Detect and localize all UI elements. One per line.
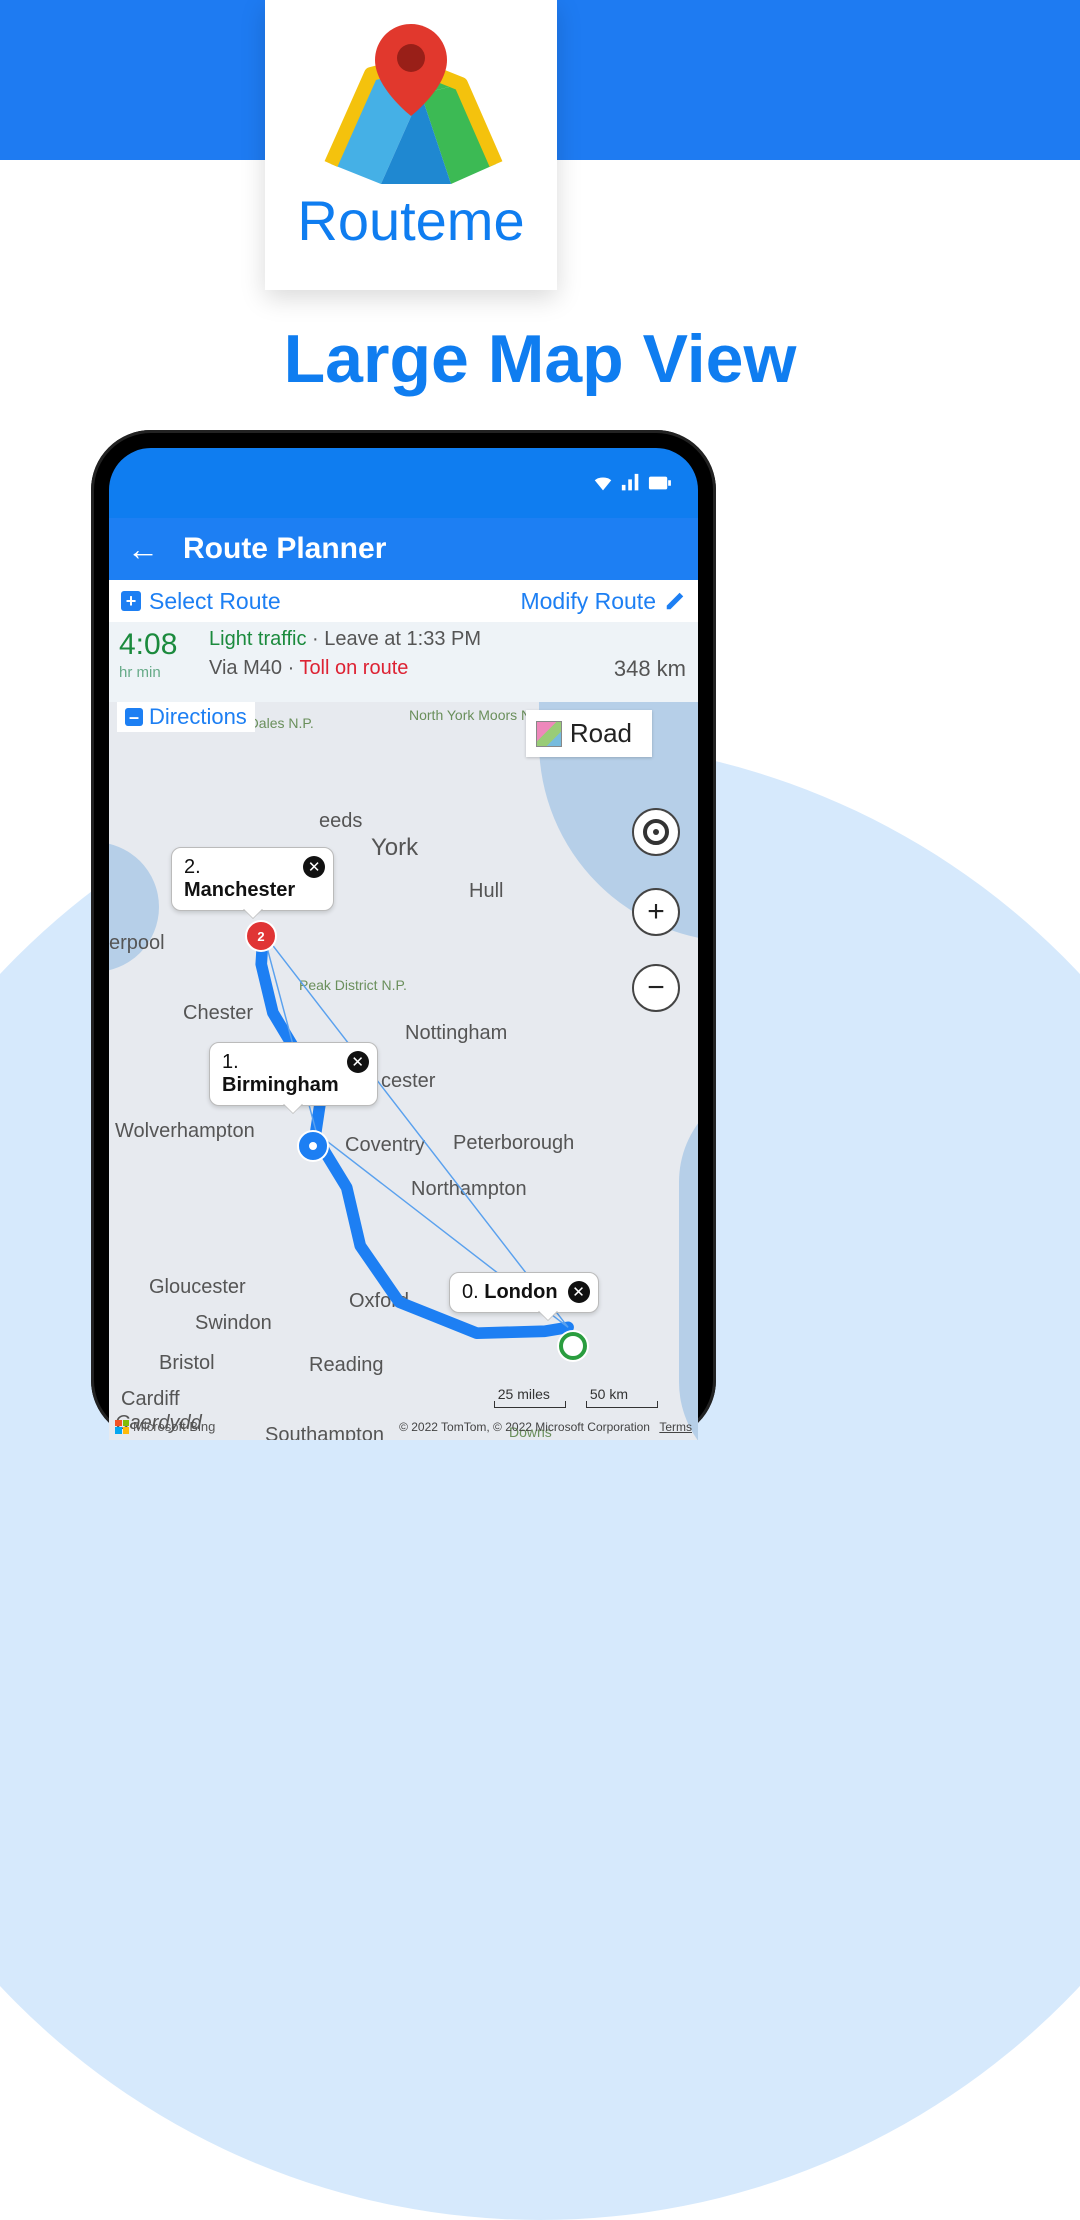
map-attribution: Microsoft Bing: [115, 1419, 215, 1434]
status-bar: [109, 448, 698, 518]
city-label: Oxford: [349, 1290, 409, 1313]
city-label: eeds: [319, 810, 362, 833]
terms-link[interactable]: Terms: [659, 1420, 692, 1434]
waypoint-callout[interactable]: 2.Manchester ✕: [171, 847, 334, 911]
select-route-button[interactable]: + Select Route: [121, 588, 281, 615]
battery-icon: [648, 472, 672, 494]
city-label: cester: [381, 1070, 435, 1093]
city-label: Northampton: [411, 1178, 527, 1201]
back-arrow-icon[interactable]: ←: [127, 531, 159, 568]
directions-toggle[interactable]: – Directions: [117, 702, 255, 732]
zoom-in-button[interactable]: +: [632, 888, 680, 936]
close-icon[interactable]: ✕: [347, 1051, 369, 1073]
city-label: Swindon: [195, 1312, 272, 1335]
city-label: Peterborough: [453, 1132, 574, 1155]
plus-icon: +: [121, 591, 141, 611]
waypoint-marker-stop[interactable]: [299, 1132, 327, 1160]
toll-warning: Toll on route: [299, 657, 408, 679]
duration: 4:08 hr min: [109, 622, 199, 702]
minus-icon: –: [125, 708, 143, 726]
microsoft-logo-icon: [115, 1420, 129, 1434]
phone-screen: ← Route Planner + Select Route Modify Ro…: [109, 448, 698, 1440]
city-label: Bristol: [159, 1352, 215, 1375]
app-title: Route Planner: [183, 532, 386, 566]
city-label: Nottingham: [405, 1022, 507, 1045]
directions-label: Directions: [149, 704, 247, 730]
city-label: York: [371, 834, 418, 862]
map-canvas[interactable]: orkshire Dales N.P. North York Moors N.P…: [109, 702, 698, 1440]
edit-icon: [664, 590, 686, 612]
brand-name: Routeme: [297, 188, 524, 253]
city-label: Southampton: [265, 1424, 384, 1440]
distance-value: 348 km: [614, 656, 686, 682]
phone-frame: ← Route Planner + Select Route Modify Ro…: [91, 430, 716, 1440]
zoom-out-button[interactable]: −: [632, 964, 680, 1012]
map-pin-logo-icon: [311, 14, 511, 194]
via-label: Via M40: [209, 657, 282, 679]
duration-value: 4:08: [119, 628, 199, 662]
modify-route-button[interactable]: Modify Route: [520, 588, 686, 615]
app-bar: ← Route Planner: [109, 518, 698, 580]
city-label: Coventry: [345, 1134, 425, 1157]
waypoint-callout[interactable]: 0. London ✕: [449, 1272, 599, 1313]
city-label: Cardiff: [121, 1388, 180, 1411]
map-scale: 25 miles 50 km: [498, 1386, 628, 1402]
waypoint-marker-start[interactable]: [559, 1332, 587, 1360]
city-label: Wolverhampton: [115, 1120, 255, 1143]
cell-signal-icon: [620, 472, 642, 494]
city-label: Hull: [469, 880, 503, 903]
map-type-selector[interactable]: Road: [526, 710, 652, 757]
city-label: Chester: [183, 1002, 253, 1025]
route-summary: 4:08 hr min Light traffic · Leave at 1:3…: [109, 622, 698, 702]
water-body: [679, 1082, 698, 1440]
close-icon[interactable]: ✕: [568, 1281, 590, 1303]
city-label: Reading: [309, 1354, 384, 1377]
city-label: Gloucester: [149, 1276, 246, 1299]
locate-me-button[interactable]: [632, 808, 680, 856]
route-toolbar: + Select Route Modify Route: [109, 580, 698, 622]
promo-headline: Large Map View: [0, 320, 1080, 398]
select-route-label: Select Route: [149, 588, 281, 615]
brand-logo-card: Routeme: [265, 0, 557, 290]
traffic-status: Light traffic: [209, 628, 306, 650]
route-info: Light traffic · Leave at 1:33 PM Via M40…: [199, 622, 698, 702]
wifi-icon: [592, 472, 614, 494]
city-label: erpool: [109, 932, 165, 955]
duration-units: hr min: [119, 664, 199, 681]
park-label: Peak District N.P.: [299, 978, 407, 993]
map-copyright: © 2022 TomTom, © 2022 Microsoft Corporat…: [399, 1420, 692, 1434]
leave-time: Leave at 1:33 PM: [324, 628, 481, 650]
waypoint-callout[interactable]: 1.Birmingham ✕: [209, 1042, 378, 1106]
modify-route-label: Modify Route: [520, 588, 656, 615]
close-icon[interactable]: ✕: [303, 856, 325, 878]
